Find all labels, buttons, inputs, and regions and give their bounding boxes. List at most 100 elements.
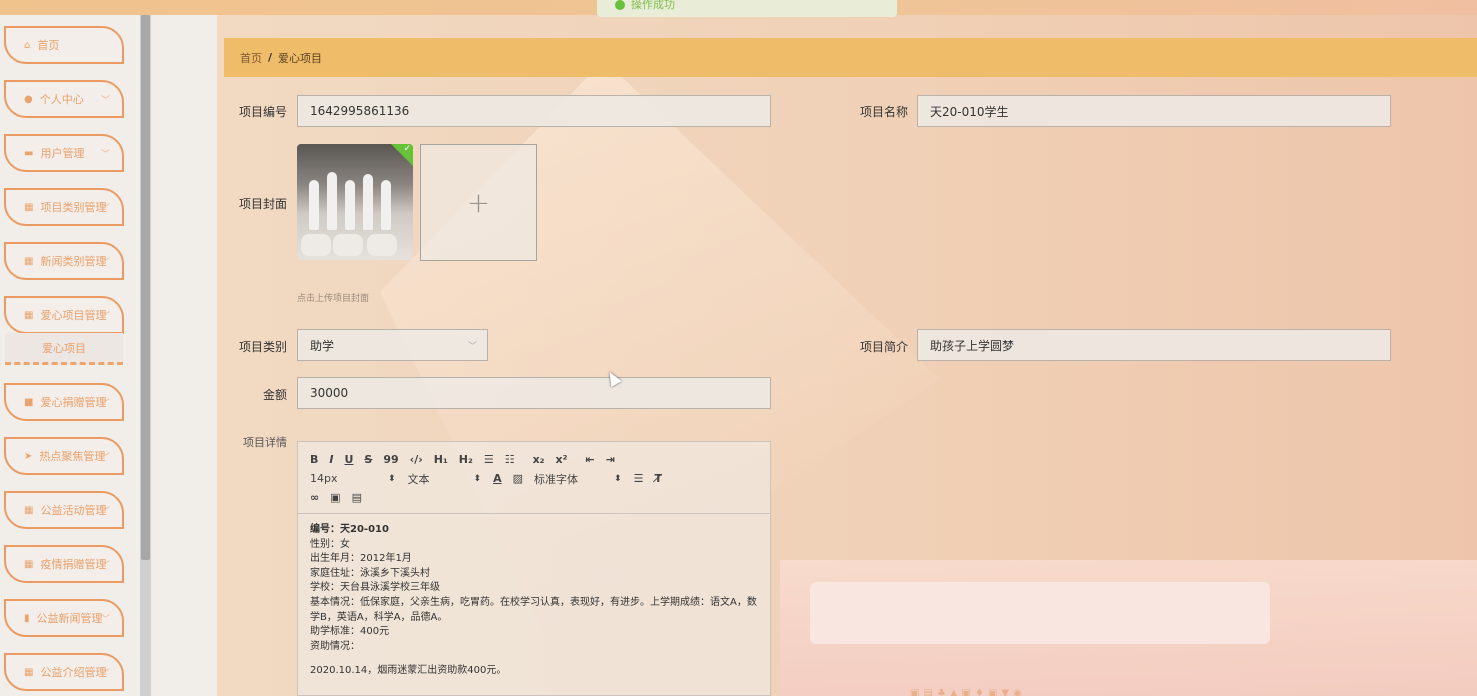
toolbar-row-selects: 14px ⬍ 文本 ⬍ A ▨ 标准字体 ⬍ ☰ T̸ xyxy=(310,469,758,488)
font-color-icon[interactable]: A xyxy=(493,472,502,485)
sidebar-item-4[interactable]: ▦ 项目类别管理 ﹀ xyxy=(4,188,124,226)
cover-upload-hint: 点击上传项目封面 xyxy=(297,294,370,304)
ordered-list-icon[interactable]: ☰ xyxy=(484,453,494,466)
sidebar-item-label: 爱心捐赠管理 xyxy=(40,396,107,409)
grid-icon: ▦ xyxy=(24,309,34,321)
project-code-input[interactable]: 1642995861136 xyxy=(297,95,771,127)
editor-line: 学校：天台县泳溪学校三年级 xyxy=(310,582,440,594)
h1-icon[interactable]: H₁ xyxy=(434,453,448,466)
outdent-icon[interactable]: ⇤ xyxy=(585,453,594,466)
sidebar-item-label: 项目类别管理 xyxy=(40,201,107,214)
code-icon[interactable]: ‹/› xyxy=(410,453,423,466)
chevron-down-icon: ﹀ xyxy=(100,311,110,322)
sidebar-item-12[interactable]: ▦ 公益介绍管理 ﹀ xyxy=(4,653,124,691)
chevron-down-icon: ﹀ xyxy=(100,95,110,106)
toast-message: 操作成功 xyxy=(631,0,675,11)
chevron-down-icon: ﹀ xyxy=(100,452,110,463)
sidebar-item-label: 热点聚焦管理 xyxy=(39,450,106,463)
sidebar-item-8[interactable]: ➤ 热点聚焦管理 ﹀ xyxy=(4,437,124,475)
editor-line: 编号：天20-010 xyxy=(310,524,389,535)
video-icon[interactable]: ▤ xyxy=(352,491,362,504)
project-detail-label: 项目详情 xyxy=(243,436,287,449)
font-size-select[interactable]: 14px xyxy=(310,472,380,485)
sidebar-item-10[interactable]: ▦ 疫情捐赠管理 ﹀ xyxy=(4,545,124,583)
project-name-input[interactable]: 天20-010学生 xyxy=(917,95,1391,127)
project-intro-input[interactable]: 助孩子上学圆梦 xyxy=(917,329,1391,361)
editor-content[interactable]: 编号：天20-010 性别：女出生年月：2012年1月家庭住址：泳溪乡下溪头村 学校… xyxy=(298,514,770,688)
sidebar-item-1[interactable]: ⌂ 首页 xyxy=(4,26,124,64)
sidebar-item-5[interactable]: ▦ 新闻类别管理 ﹀ xyxy=(4,242,124,280)
underline-icon[interactable]: U xyxy=(344,453,353,466)
sidebar-item-label: 公益介绍管理 xyxy=(40,666,107,679)
chevron-down-icon: ﹀ xyxy=(100,398,110,409)
content-gutter xyxy=(151,15,217,696)
image-icon[interactable]: ▣ xyxy=(330,491,340,504)
updown-icon: ⬍ xyxy=(388,473,396,484)
category-selected-value: 助学 xyxy=(310,338,335,353)
text-type-select[interactable]: 文本 xyxy=(408,471,466,487)
grid-icon: ▦ xyxy=(24,201,34,213)
breadcrumb: 首页 / 爱心项目 xyxy=(224,38,1477,77)
toolbar-row-media: ∞ ▣ ▤ xyxy=(310,488,758,507)
card-icon: ▬ xyxy=(24,147,34,159)
rich-text-editor: B I U S 99 ‹/› H₁ H₂ ☰ ☷ x₂ x² ⇤ ⇥ 14px ⬍ 文本 ⬍ A ▨ 标准字体… xyxy=(297,441,771,696)
link-icon[interactable]: ∞ xyxy=(310,491,319,504)
chevron-down-icon: ﹀ xyxy=(100,149,110,160)
sidebar-item-9[interactable]: ▦ 公益活动管理 ﹀ xyxy=(4,491,124,529)
scrollbar-thumb[interactable] xyxy=(141,15,150,560)
sidebar-item-7[interactable]: ■ 爱心捐赠管理 ﹀ xyxy=(4,383,124,421)
amount-input[interactable]: 30000 xyxy=(297,377,771,409)
clear-format-icon[interactable]: T̸ xyxy=(654,472,662,485)
sidebar-item-3[interactable]: ▬ 用户管理 ﹀ xyxy=(4,134,124,172)
chevron-down-icon: ﹀ xyxy=(100,668,110,679)
chevron-down-icon: ﹀ xyxy=(100,560,110,571)
background-pedestal xyxy=(810,582,1270,644)
sidebar-item-2[interactable]: ● 个人中心 ﹀ xyxy=(4,80,124,118)
breadcrumb-home[interactable]: 首页 xyxy=(240,50,262,66)
upload-cover-button[interactable]: + xyxy=(420,144,537,261)
project-category-label: 项目类别 xyxy=(238,340,287,354)
sidebar-item-label: 疫情捐赠管理 xyxy=(40,558,107,571)
bullet-list-icon[interactable]: ☷ xyxy=(505,453,515,466)
sidebar-item-11[interactable]: ▮ 公益新闻管理 ﹀ xyxy=(4,599,124,637)
sidebar-item-label: 个人中心 xyxy=(39,93,84,106)
editor-line: 家庭住址：泳溪乡下溪头村 xyxy=(310,567,430,579)
check-circle-icon xyxy=(615,0,625,10)
superscript-icon[interactable]: x² xyxy=(556,453,568,466)
sidebar-item-label: 新闻类别管理 xyxy=(40,255,107,268)
editor-line: 出生年月：2012年1月 xyxy=(310,553,412,565)
project-code-label: 项目编号 xyxy=(238,105,287,119)
home-icon: ⌂ xyxy=(24,39,31,51)
project-category-select[interactable]: 助学 ﹀ xyxy=(297,329,488,361)
cover-thumbnail[interactable]: ✓ xyxy=(297,144,413,260)
sidebar-scrollbar[interactable] xyxy=(140,15,151,696)
project-intro-label: 项目简介 xyxy=(859,340,908,354)
editor-line: 性别：女 xyxy=(310,538,350,550)
amount-label: 金额 xyxy=(262,388,287,402)
breadcrumb-current: 爱心项目 xyxy=(278,51,323,65)
success-toast: 操作成功 xyxy=(597,0,897,17)
quote-icon[interactable]: 99 xyxy=(383,453,398,466)
grid-icon: ▦ xyxy=(24,558,34,570)
font-family-select[interactable]: 标准字体 xyxy=(534,471,606,487)
sidebar-item-6[interactable]: ▦ 爱心项目管理 ﹀ xyxy=(4,296,124,334)
editor-toolbar: B I U S 99 ‹/› H₁ H₂ ☰ ☷ x₂ x² ⇤ ⇥ 14px ⬍ 文本 ⬍ A ▨ 标准字体… xyxy=(298,442,770,514)
sidebar-item-label: 首页 xyxy=(37,39,60,52)
grid-icon: ▦ xyxy=(24,255,34,267)
send-icon: ➤ xyxy=(24,450,33,462)
sidebar-item-label: 公益新闻管理 xyxy=(36,612,103,625)
align-icon[interactable]: ☰ xyxy=(634,472,644,485)
updown-icon: ⬍ xyxy=(473,473,482,484)
italic-icon[interactable]: I xyxy=(329,453,333,466)
editor-line: 基本情况：低保家庭，父亲生病，吃胃药。在校学习认真，表现好，有进步。上学期成绩：… xyxy=(310,596,757,623)
subscript-icon[interactable]: x₂ xyxy=(533,453,545,466)
background-color-icon[interactable]: ▨ xyxy=(513,472,523,485)
indent-icon[interactable]: ⇥ xyxy=(606,453,615,466)
strike-icon[interactable]: S xyxy=(364,453,372,466)
project-name-label: 项目名称 xyxy=(859,105,908,119)
bold-icon[interactable]: B xyxy=(310,453,318,466)
chevron-down-icon: ﹀ xyxy=(100,614,110,625)
editor-line: 助学标准：400元 xyxy=(310,626,390,638)
h2-icon[interactable]: H₂ xyxy=(459,453,473,466)
sidebar-subitem-love-project[interactable]: 爱心项目 xyxy=(5,333,123,365)
